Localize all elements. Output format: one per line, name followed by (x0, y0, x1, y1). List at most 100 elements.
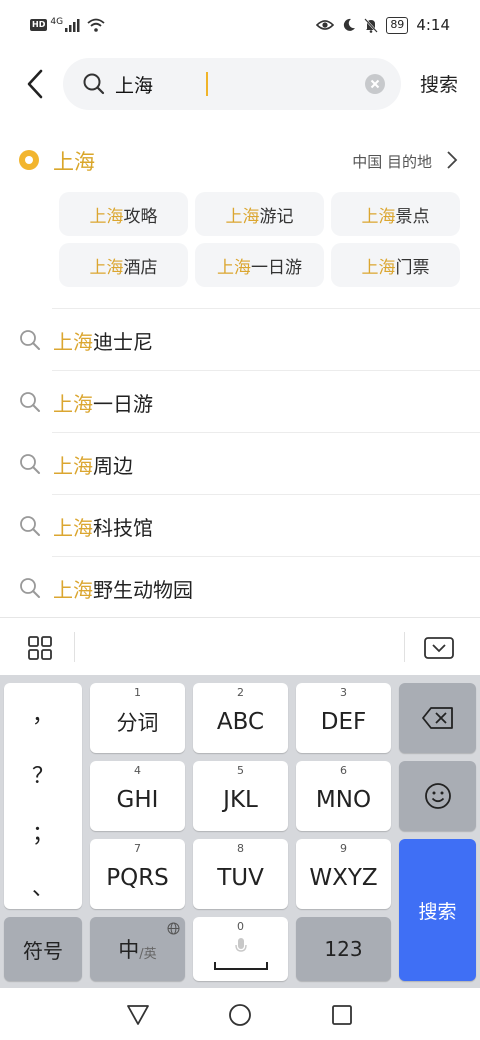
suggestion-text: 上海一日游 (53, 392, 153, 416)
destination-name[interactable]: 上海 (53, 146, 95, 176)
key-5[interactable]: 5 JKL (193, 761, 288, 831)
clock: 4:14 (416, 16, 450, 34)
suggestion-item[interactable]: 上海科技馆 (0, 495, 480, 557)
keyboard: ， ？ ； 、 1 分词 2 ABC 3 DEF 4 GHI 5 JKL 6 MNO 7 PQ… (0, 675, 480, 988)
chip-hotels[interactable]: 上海 酒店 (59, 243, 188, 287)
grid-menu-icon[interactable] (28, 636, 52, 660)
search-icon (20, 578, 40, 598)
suggestion-item[interactable]: 上海迪士尼 (0, 309, 480, 371)
symbols-key[interactable]: 符号 (4, 917, 82, 981)
search-icon (20, 516, 40, 536)
chip-highlight: 上海 (89, 206, 124, 227)
key-number: 0 (237, 920, 244, 933)
key-label: DEF (320, 709, 367, 735)
key-label: JKL (223, 787, 258, 813)
key-number: 3 (340, 686, 347, 699)
suggestion-item[interactable]: 上海野生动物园 (0, 557, 480, 619)
punct-key[interactable]: ； (4, 816, 82, 848)
key-7[interactable]: 7 PQRS (90, 839, 185, 909)
system-nav-bar (0, 988, 480, 1040)
chip-highlight: 上海 (361, 206, 396, 227)
search-submit-button[interactable]: 搜索 (420, 70, 458, 97)
suggestion-text: 上海科技馆 (53, 516, 153, 540)
hide-keyboard-icon[interactable] (424, 637, 454, 659)
space-bar-icon (214, 962, 268, 970)
key-number: 5 (237, 764, 244, 777)
battery-indicator: 89 (386, 16, 409, 34)
chip-highlight: 上海 (225, 206, 260, 227)
search-input[interactable] (115, 70, 355, 98)
chip-label: 游记 (259, 206, 294, 227)
suggestion-item[interactable]: 上海一日游 (0, 371, 480, 433)
search-box[interactable] (63, 58, 401, 110)
back-button[interactable] (22, 68, 50, 100)
chip-day-trip[interactable]: 上海 一日游 (195, 243, 324, 287)
back-arrow-icon (27, 69, 43, 99)
chip-highlight: 上海 (89, 257, 124, 278)
key-9[interactable]: 9 WXYZ (296, 839, 391, 909)
chip-attractions[interactable]: 上海 景点 (331, 192, 460, 236)
back-triangle-icon[interactable] (126, 1004, 150, 1026)
status-left: HD 4G (30, 17, 105, 32)
signal-icon (65, 18, 80, 32)
emoji-key[interactable] (399, 761, 476, 831)
close-icon (370, 79, 380, 89)
key-3[interactable]: 3 DEF (296, 683, 391, 753)
clear-button[interactable] (365, 74, 385, 94)
moon-icon (344, 18, 356, 31)
status-right: 89 4:14 (316, 16, 450, 34)
backspace-key[interactable] (399, 683, 476, 753)
keyboard-toolbar (0, 617, 480, 675)
globe-icon (167, 922, 180, 935)
key-8[interactable]: 8 TUV (193, 839, 288, 909)
chip-guide[interactable]: 上海 攻略 (59, 192, 188, 236)
space-key[interactable]: 0 (193, 917, 288, 981)
key-2[interactable]: 2 ABC (193, 683, 288, 753)
suggestion-item[interactable]: 上海周边 (0, 433, 480, 495)
recents-square-icon[interactable] (331, 1004, 353, 1026)
search-icon (20, 330, 40, 350)
key-label: MNO (315, 787, 372, 813)
chip-travelogue[interactable]: 上海 游记 (195, 192, 324, 236)
punct-key[interactable]: ？ (4, 758, 82, 790)
chip-label: 门票 (395, 257, 430, 278)
location-pin-icon (19, 150, 39, 170)
key-number: 6 (340, 764, 347, 777)
key-label: ABC (216, 709, 265, 735)
home-circle-icon[interactable] (228, 1003, 252, 1027)
lang-main: 中 (118, 938, 140, 962)
punct-key[interactable]: ， (4, 697, 82, 729)
suggestion-text: 上海周边 (53, 454, 133, 478)
language-switch-key[interactable]: 中/英 (90, 917, 185, 981)
backspace-icon (421, 707, 453, 729)
punctuation-column[interactable]: ， ？ ； 、 (4, 683, 82, 909)
search-enter-key[interactable]: 搜索 (399, 839, 476, 981)
network-type: 4G (50, 17, 64, 27)
punct-key[interactable]: 、 (4, 870, 82, 902)
key-label: 分词 (116, 711, 159, 735)
key-label: WXYZ (309, 865, 378, 891)
destination-chips: 上海 攻略 上海 游记 上海 景点 上海 酒店 上海 一日游 上海 门票 (59, 192, 460, 287)
mute-bell-icon (364, 17, 379, 33)
text-caret (206, 72, 208, 96)
destination-meta: 中国 目的地 (352, 153, 432, 171)
key-number: 8 (237, 842, 244, 855)
chip-label: 酒店 (123, 257, 158, 278)
toolbar-divider (74, 632, 75, 662)
hd-badge: HD (30, 19, 48, 31)
key-label: TUV (217, 865, 264, 891)
key-6[interactable]: 6 MNO (296, 761, 391, 831)
key-number: 4 (134, 764, 141, 777)
key-number: 1 (134, 686, 141, 699)
search-header: 搜索 (0, 58, 480, 110)
key-1[interactable]: 1 分词 (90, 683, 185, 753)
chip-highlight: 上海 (361, 257, 396, 278)
lang-sub: /英 (139, 946, 157, 962)
destination-card[interactable]: 上海 中国 目的地 上海 攻略 上海 游记 上海 景点 上海 酒店 上海 一日游 上海 门票 (0, 132, 480, 302)
key-4[interactable]: 4 GHI (90, 761, 185, 831)
key-label: GHI (116, 787, 159, 813)
numbers-key[interactable]: 123 (296, 917, 391, 981)
chip-tickets[interactable]: 上海 门票 (331, 243, 460, 287)
chip-highlight: 上海 (217, 257, 251, 278)
eye-icon (316, 20, 335, 30)
